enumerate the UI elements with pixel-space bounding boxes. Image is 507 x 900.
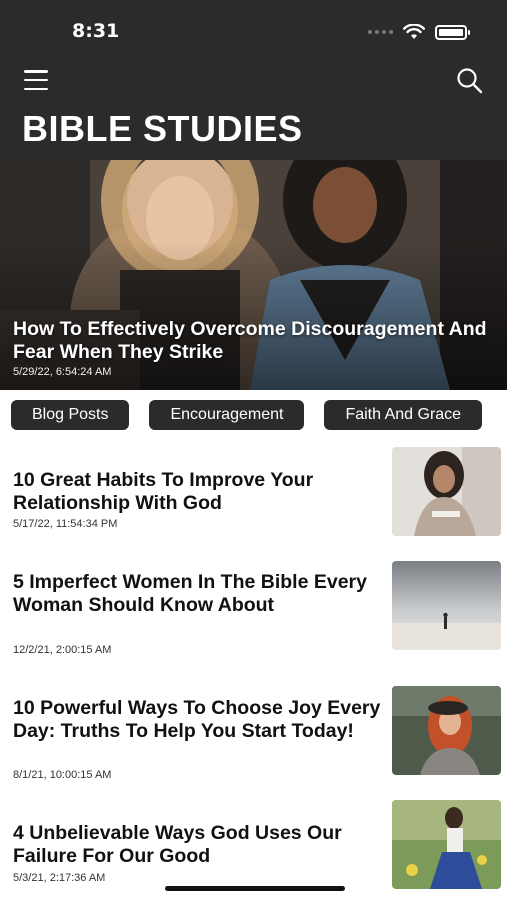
wifi-icon — [403, 24, 425, 39]
featured-article[interactable]: How To Effectively Overcome Discourageme… — [0, 160, 507, 390]
app-header: 8:31 BIBLE STUDIES — [0, 0, 507, 160]
article-thumbnail — [392, 447, 501, 536]
category-chips: Blog Posts Encouragement Faith And Grace — [11, 400, 507, 432]
featured-article-date: 5/29/22, 6:54:24 AM — [13, 366, 112, 378]
chip-encouragement[interactable]: Encouragement — [149, 400, 305, 430]
chip-blog-posts[interactable]: Blog Posts — [11, 400, 130, 430]
home-indicator[interactable] — [165, 886, 345, 891]
article-title: 10 Powerful Ways To Choose Joy Every Day… — [13, 697, 381, 742]
featured-article-title: How To Effectively Overcome Discourageme… — [13, 318, 487, 363]
article-date: 5/3/21, 2:17:36 AM — [13, 872, 106, 884]
article-thumbnail — [392, 686, 501, 775]
cellular-signal-icon — [368, 30, 393, 34]
article-item[interactable]: 5 Imperfect Women In The Bible Every Wom… — [0, 561, 507, 656]
article-date: 8/1/21, 10:00:15 AM — [13, 769, 112, 781]
article-title: 5 Imperfect Women In The Bible Every Wom… — [13, 571, 367, 616]
hamburger-icon — [24, 70, 48, 73]
page-title: BIBLE STUDIES — [22, 108, 303, 149]
article-title: 4 Unbelievable Ways God Uses Our Failure… — [13, 822, 342, 867]
status-time: 8:31 — [72, 20, 120, 42]
article-item[interactable]: 10 Powerful Ways To Choose Joy Every Day… — [0, 686, 507, 781]
article-item[interactable]: 4 Unbelievable Ways God Uses Our Failure… — [0, 800, 507, 892]
battery-icon — [435, 24, 470, 40]
article-item[interactable]: 10 Great Habits To Improve Your Relation… — [0, 447, 507, 539]
chip-faith-and-grace[interactable]: Faith And Grace — [324, 400, 483, 430]
article-thumbnail — [392, 800, 501, 889]
article-date: 5/17/22, 11:54:34 PM — [13, 518, 118, 530]
search-icon[interactable] — [455, 66, 485, 96]
article-date: 12/2/21, 2:00:15 AM — [13, 644, 112, 656]
article-thumbnail — [392, 561, 501, 650]
article-title: 10 Great Habits To Improve Your Relation… — [13, 469, 314, 514]
menu-button[interactable] — [24, 70, 50, 90]
status-indicators — [368, 22, 470, 42]
